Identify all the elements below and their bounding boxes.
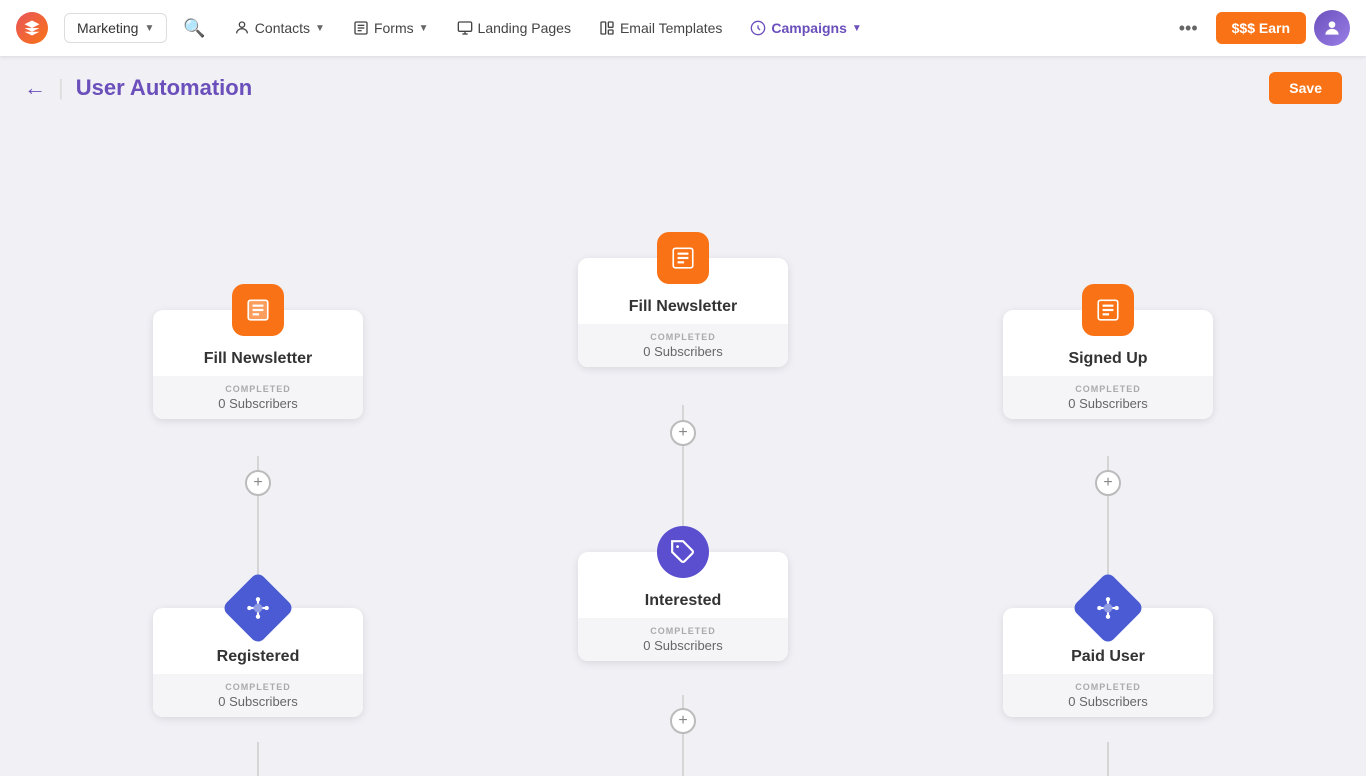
logo	[16, 12, 48, 44]
interested-status: COMPLETED	[586, 626, 780, 636]
paid-user-title: Paid User	[1019, 648, 1197, 666]
monitor-icon	[457, 20, 473, 36]
signed-up-icon	[1082, 284, 1134, 336]
campaigns-icon	[750, 20, 766, 36]
node-registered[interactable]: Registered COMPLETED 0 Subscribers	[153, 608, 363, 717]
signed-up-title: Signed Up	[1019, 350, 1197, 368]
fill-newsletter-center-count: 0 Subscribers	[586, 344, 780, 359]
fill-newsletter-left-footer: COMPLETED 0 Subscribers	[153, 376, 363, 419]
nav-item-forms[interactable]: Forms ▼	[341, 14, 441, 42]
branch-icon	[245, 595, 271, 621]
header-divider: |	[58, 75, 64, 101]
nav-item-campaigns[interactable]: Campaigns ▼	[738, 14, 873, 42]
node-interested[interactable]: Interested COMPLETED 0 Subscribers	[578, 552, 788, 661]
page-title: User Automation	[76, 75, 252, 101]
nav-items: Contacts ▼ Forms ▼ Landing Pages Email T…	[222, 14, 1161, 42]
nav-label-campaigns: Campaigns	[771, 20, 846, 36]
paid-user-footer: COMPLETED 0 Subscribers	[1003, 674, 1213, 717]
forms-chevron: ▼	[419, 23, 429, 34]
interested-count: 0 Subscribers	[586, 638, 780, 653]
marketing-label: Marketing	[77, 20, 138, 36]
marketing-dropdown[interactable]: Marketing ▼	[64, 13, 167, 43]
navbar: Marketing ▼ 🔍 Contacts ▼ Forms ▼ Landing…	[0, 0, 1366, 56]
fill-newsletter-center-status: COMPLETED	[586, 332, 780, 342]
nav-label-landing-pages: Landing Pages	[478, 20, 571, 36]
contacts-chevron: ▼	[315, 23, 325, 34]
nav-item-landing-pages[interactable]: Landing Pages	[445, 14, 583, 42]
node-fill-newsletter-center[interactable]: Fill Newsletter COMPLETED 0 Subscribers	[578, 258, 788, 367]
signed-up-footer: COMPLETED 0 Subscribers	[1003, 376, 1213, 419]
nav-label-email-templates: Email Templates	[620, 20, 722, 36]
branch-icon-right	[1095, 595, 1121, 621]
fill-newsletter-center-icon	[657, 232, 709, 284]
paid-user-count: 0 Subscribers	[1011, 694, 1205, 709]
page-header: ← | User Automation Save	[0, 56, 1366, 120]
nav-item-email-templates[interactable]: Email Templates	[587, 14, 734, 42]
save-button[interactable]: Save	[1269, 72, 1342, 104]
fill-newsletter-left-count: 0 Subscribers	[161, 396, 355, 411]
forms-icon	[353, 20, 369, 36]
avatar-icon	[1322, 18, 1342, 38]
form-icon-center	[670, 245, 696, 271]
paid-user-status: COMPLETED	[1011, 682, 1205, 692]
automation-canvas: Fill Newsletter COMPLETED 0 Subscribers …	[0, 120, 1366, 776]
node-fill-newsletter-left[interactable]: Fill Newsletter COMPLETED 0 Subscribers	[153, 310, 363, 419]
registered-status: COMPLETED	[161, 682, 355, 692]
template-icon	[599, 20, 615, 36]
fill-newsletter-left-title: Fill Newsletter	[169, 350, 347, 368]
fill-newsletter-left-status: COMPLETED	[161, 384, 355, 394]
fill-newsletter-left-icon	[232, 284, 284, 336]
nav-label-forms: Forms	[374, 20, 414, 36]
fill-newsletter-center-footer: COMPLETED 0 Subscribers	[578, 324, 788, 367]
form-icon	[245, 297, 271, 323]
plus-button-right-1[interactable]: +	[1095, 470, 1121, 496]
plus-button-center-2[interactable]: +	[670, 708, 696, 734]
registered-footer: COMPLETED 0 Subscribers	[153, 674, 363, 717]
interested-footer: COMPLETED 0 Subscribers	[578, 618, 788, 661]
node-paid-user[interactable]: Paid User COMPLETED 0 Subscribers	[1003, 608, 1213, 717]
nav-item-contacts[interactable]: Contacts ▼	[222, 14, 337, 42]
avatar[interactable]	[1314, 10, 1350, 46]
node-signed-up[interactable]: Signed Up COMPLETED 0 Subscribers	[1003, 310, 1213, 419]
earn-button[interactable]: $$$ Earn	[1216, 12, 1306, 44]
registered-count: 0 Subscribers	[161, 694, 355, 709]
logo-icon	[23, 19, 41, 37]
registered-title: Registered	[169, 648, 347, 666]
signed-up-count: 0 Subscribers	[1011, 396, 1205, 411]
chevron-down-icon: ▼	[144, 23, 154, 34]
more-button[interactable]: •••	[1169, 12, 1208, 45]
person-icon	[234, 20, 250, 36]
form-icon-right	[1095, 297, 1121, 323]
nav-label-contacts: Contacts	[255, 20, 310, 36]
plus-button-center-1[interactable]: +	[670, 420, 696, 446]
signed-up-status: COMPLETED	[1011, 384, 1205, 394]
page-header-left: ← | User Automation	[24, 75, 252, 101]
fill-newsletter-center-title: Fill Newsletter	[594, 298, 772, 316]
plus-button-left-1[interactable]: +	[245, 470, 271, 496]
interested-title: Interested	[594, 592, 772, 610]
tag-icon	[670, 539, 696, 565]
search-icon[interactable]: 🔍	[175, 14, 213, 43]
campaigns-chevron: ▼	[852, 23, 862, 34]
back-button[interactable]: ←	[24, 75, 46, 101]
interested-icon	[657, 526, 709, 578]
